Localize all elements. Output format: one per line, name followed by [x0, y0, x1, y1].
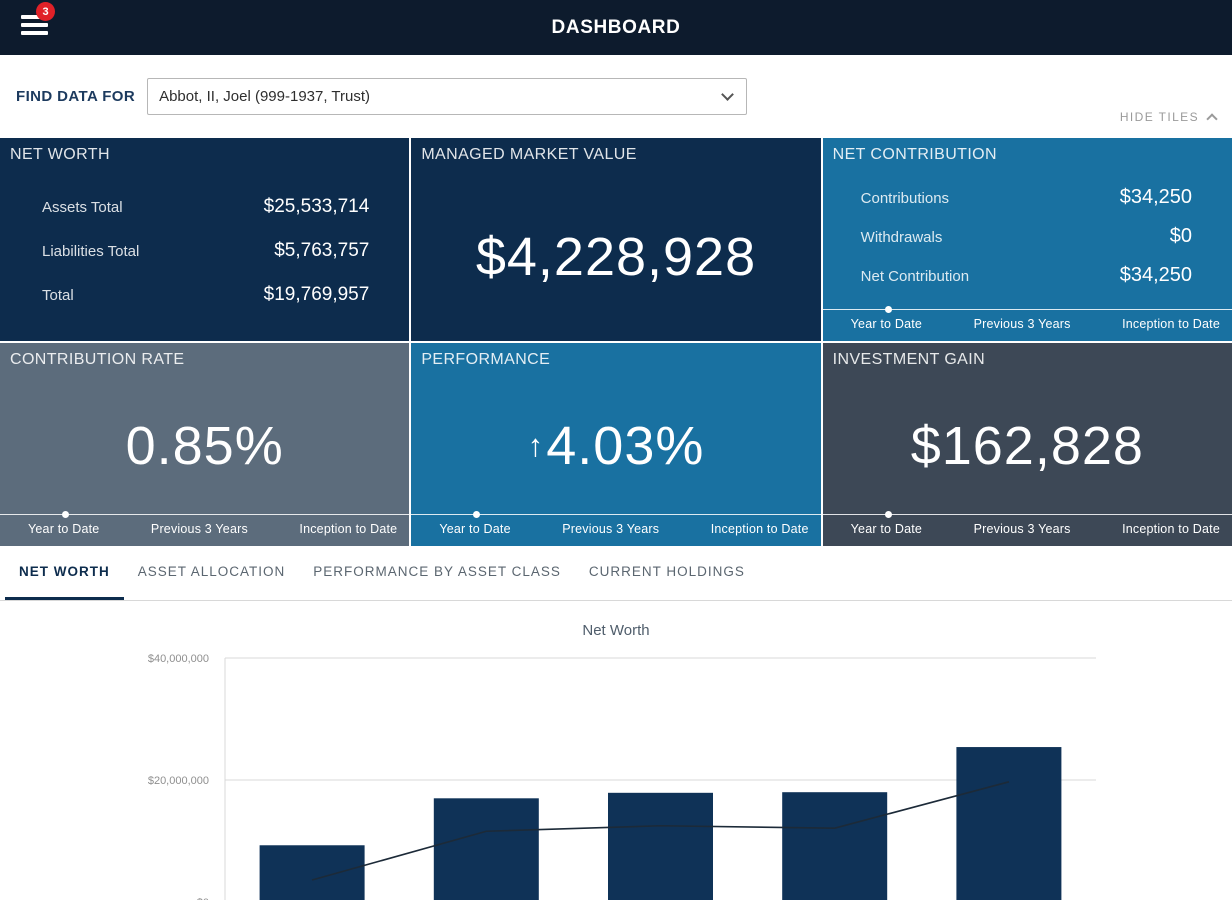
list-item: Withdrawals $0: [861, 225, 1192, 248]
period-tabs: Year to Date Previous 3 Years Inception …: [0, 514, 409, 546]
period-tab-inception-to-date[interactable]: Inception to Date: [1122, 522, 1220, 546]
tile-net-worth[interactable]: NET WORTH Assets Total $25,533,714 Liabi…: [0, 138, 409, 341]
tile-title: NET WORTH: [0, 138, 409, 172]
tile-title: INVESTMENT GAIN: [823, 343, 1232, 377]
row-label: Liabilities Total: [42, 243, 139, 260]
tab-current-holdings[interactable]: CURRENT HOLDINGS: [575, 546, 759, 600]
hide-tiles-label: HIDE TILES: [1120, 110, 1199, 124]
list-item: Liabilities Total $5,763,757: [42, 240, 369, 262]
period-tab-year-to-date[interactable]: Year to Date: [851, 317, 922, 341]
tile-title: NET CONTRIBUTION: [823, 138, 1232, 172]
list-item: Assets Total $25,533,714: [42, 196, 369, 218]
net-worth-rows: Assets Total $25,533,714 Liabilities Tot…: [0, 172, 409, 306]
period-tab-inception-to-date[interactable]: Inception to Date: [1122, 317, 1220, 341]
row-label: Total: [42, 287, 74, 304]
tile-managed-market-value[interactable]: MANAGED MARKET VALUE $4,228,928: [411, 138, 820, 341]
row-label: Net Contribution: [861, 268, 969, 285]
investment-gain-value: $162,828: [823, 377, 1232, 514]
period-tab-previous-3-years[interactable]: Previous 3 Years: [562, 522, 659, 546]
tile-investment-gain[interactable]: INVESTMENT GAIN $162,828 Year to Date Pr…: [823, 343, 1232, 546]
period-tab-inception-to-date[interactable]: Inception to Date: [711, 522, 809, 546]
chevron-down-icon: [721, 88, 734, 101]
chart-bar: [434, 798, 539, 900]
row-value: $34,250: [1120, 186, 1192, 209]
chart-bar: [608, 793, 713, 900]
find-data-bar: FIND DATA FOR Abbot, II, Joel (999-1937,…: [0, 55, 1232, 138]
notification-badge[interactable]: 3: [36, 2, 55, 21]
y-tick-label: $40,000,000: [148, 653, 209, 665]
active-period-indicator: [62, 511, 69, 518]
contribution-rate-value: 0.85%: [0, 377, 409, 514]
period-tabs: Year to Date Previous 3 Years Inception …: [411, 514, 820, 546]
period-tab-previous-3-years[interactable]: Previous 3 Years: [974, 522, 1071, 546]
list-item: Total $19,769,957: [42, 284, 369, 306]
row-value: $5,763,757: [274, 240, 369, 262]
list-item: Net Contribution $34,250: [861, 264, 1192, 287]
chart-bar: [782, 792, 887, 900]
account-select[interactable]: Abbot, II, Joel (999-1937, Trust): [147, 78, 747, 115]
managed-market-value: $4,228,928: [411, 172, 820, 341]
chart-bar: [260, 845, 365, 900]
tile-performance[interactable]: PERFORMANCE ↑ 4.03% Year to Date Previou…: [411, 343, 820, 546]
account-select-value: Abbot, II, Joel (999-1937, Trust): [159, 88, 370, 105]
active-period-indicator: [473, 511, 480, 518]
menu-icon-bar: [21, 23, 48, 27]
row-value: $0: [1170, 225, 1192, 248]
page-title: DASHBOARD: [552, 17, 681, 39]
tile-net-contribution[interactable]: NET CONTRIBUTION Contributions $34,250 W…: [823, 138, 1232, 341]
find-data-label: FIND DATA FOR: [16, 88, 135, 105]
tile-contribution-rate[interactable]: CONTRIBUTION RATE 0.85% Year to Date Pre…: [0, 343, 409, 546]
active-period-indicator: [885, 306, 892, 313]
tile-title: CONTRIBUTION RATE: [0, 343, 409, 377]
hide-tiles-button[interactable]: HIDE TILES: [1120, 110, 1216, 124]
net-worth-chart: $40,000,000$20,000,000$0: [0, 601, 1232, 900]
active-period-indicator: [885, 511, 892, 518]
period-tabs: Year to Date Previous 3 Years Inception …: [823, 514, 1232, 546]
performance-number: 4.03%: [546, 415, 704, 477]
row-value: $34,250: [1120, 264, 1192, 287]
period-tab-year-to-date[interactable]: Year to Date: [851, 522, 922, 546]
tab-performance-by-asset-class[interactable]: PERFORMANCE BY ASSET CLASS: [299, 546, 575, 600]
menu-icon-bar: [21, 31, 48, 35]
net-contribution-rows: Contributions $34,250 Withdrawals $0 Net…: [823, 172, 1232, 287]
tab-net-worth[interactable]: NET WORTH: [5, 546, 124, 600]
period-tab-year-to-date[interactable]: Year to Date: [28, 522, 99, 546]
tab-asset-allocation[interactable]: ASSET ALLOCATION: [124, 546, 300, 600]
period-tab-previous-3-years[interactable]: Previous 3 Years: [974, 317, 1071, 341]
y-tick-label: $20,000,000: [148, 775, 209, 787]
row-label: Withdrawals: [861, 229, 943, 246]
row-value: $19,769,957: [264, 284, 370, 306]
summary-tiles: NET WORTH Assets Total $25,533,714 Liabi…: [0, 138, 1232, 546]
row-value: $25,533,714: [264, 196, 370, 218]
chevron-up-icon: [1206, 113, 1217, 124]
tile-title: PERFORMANCE: [411, 343, 820, 377]
section-tabs: NET WORTH ASSET ALLOCATION PERFORMANCE B…: [0, 546, 1232, 601]
period-tab-inception-to-date[interactable]: Inception to Date: [299, 522, 397, 546]
row-label: Assets Total: [42, 199, 123, 216]
net-worth-chart-section: Net Worth $40,000,000$20,000,000$0: [0, 601, 1232, 900]
period-tabs: Year to Date Previous 3 Years Inception …: [823, 309, 1232, 341]
period-tab-previous-3-years[interactable]: Previous 3 Years: [151, 522, 248, 546]
tile-title: MANAGED MARKET VALUE: [411, 138, 820, 172]
trend-up-icon: ↑: [528, 428, 545, 464]
list-item: Contributions $34,250: [861, 186, 1192, 209]
top-bar: 3 DASHBOARD: [0, 0, 1232, 55]
performance-value: ↑ 4.03%: [411, 377, 820, 514]
period-tab-year-to-date[interactable]: Year to Date: [439, 522, 510, 546]
row-label: Contributions: [861, 190, 949, 207]
chart-bar: [956, 747, 1061, 900]
